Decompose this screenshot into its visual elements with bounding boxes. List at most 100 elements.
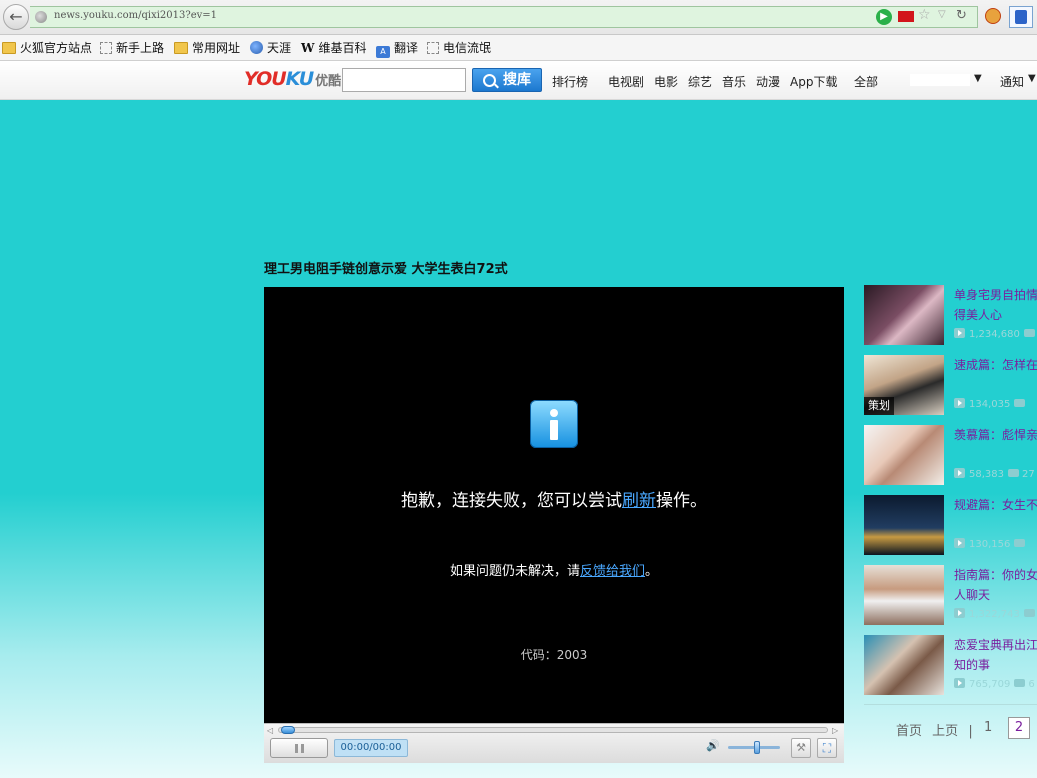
feedback-link[interactable]: 反馈给我们 [580, 564, 645, 579]
player-controls: ◁ ▷ 00:00/00:00 🔊 ⚒ ⛶ [264, 723, 844, 763]
volume-handle[interactable] [754, 741, 760, 754]
url-text[interactable]: news.youku.com/qixi2013?ev=1 [54, 10, 217, 21]
comment-icon [1014, 679, 1026, 687]
reload-icon[interactable]: ↻ [956, 8, 967, 23]
video-thumbnail[interactable] [864, 635, 944, 695]
play-count-icon [954, 678, 965, 688]
error-code: 代码：2003 [520, 648, 588, 662]
search-icon [483, 74, 496, 87]
pagination: 首页 上页 | [896, 720, 973, 739]
pause-button[interactable] [270, 738, 328, 758]
history-dropdown-icon[interactable]: ▽ [938, 9, 946, 20]
seek-bar[interactable] [278, 726, 828, 734]
fullscreen-icon[interactable]: ⛶ [817, 738, 837, 758]
site-identity-icon[interactable] [35, 11, 47, 23]
nav-tv[interactable]: 电视剧 [608, 73, 644, 90]
nav-ranking[interactable]: 排行榜 [552, 73, 588, 90]
related-title[interactable]: 速成篇：怎样在 [954, 355, 1037, 375]
play-count-icon [954, 608, 965, 618]
bookmark-tianya[interactable]: 天涯 [250, 40, 291, 56]
bookmark-firefox-site[interactable]: 火狐官方站点 [2, 40, 92, 56]
play-count-icon [954, 538, 965, 548]
nav-all[interactable]: 全部 [854, 73, 878, 90]
related-title[interactable]: 羡慕篇：彪悍亲 [954, 425, 1037, 445]
noscript-icon[interactable] [985, 8, 1001, 24]
nav-variety[interactable]: 综艺 [688, 73, 712, 90]
pager-separator: | [968, 724, 973, 739]
seek-right-icon[interactable]: ▷ [832, 726, 838, 735]
seek-handle[interactable] [281, 726, 295, 734]
nav-app-download[interactable]: App下载 [790, 73, 837, 90]
nav-music[interactable]: 音乐 [722, 73, 746, 90]
page-body: 理工男电阻手链创意示爱 大学生表白72式 抱歉，连接失败，您可以尝试刷新操作。 … [0, 100, 1037, 778]
related-title[interactable]: 规避篇：女生不 [954, 495, 1037, 515]
bookmark-telecom[interactable]: 电信流氓 [427, 40, 491, 56]
baidu-addon-icon[interactable] [1009, 6, 1033, 28]
user-menu[interactable] [910, 74, 970, 86]
play-count-icon [954, 468, 965, 478]
notice-caret-icon[interactable]: ▼ [1028, 73, 1036, 84]
related-meta: 1,322,743 [954, 608, 1037, 622]
folder-icon [174, 42, 188, 54]
video-thumbnail[interactable] [864, 495, 944, 555]
related-item[interactable]: 羡慕篇：彪悍亲 58,383 27 [864, 425, 1037, 487]
thumbnail-badge: 策划 [864, 397, 894, 415]
bookmark-common-sites[interactable]: 常用网址 [174, 40, 240, 56]
comment-icon [1008, 469, 1019, 477]
nav-movie[interactable]: 电影 [654, 73, 678, 90]
bookmark-wikipedia[interactable]: W 维基百科 [301, 40, 367, 56]
page-2-current[interactable]: 2 [1008, 717, 1030, 739]
back-button[interactable]: ← [3, 4, 29, 30]
related-item[interactable]: 指南篇：你的女人聊天 1,322,743 [864, 565, 1037, 627]
page-1-link[interactable]: 1 [984, 720, 992, 735]
volume-slider[interactable] [728, 741, 780, 754]
related-title[interactable]: 恋爱宝典再出江知的事 [954, 635, 1037, 675]
related-title[interactable]: 单身宅男自拍情得美人心 [954, 285, 1037, 325]
bookmark-star-icon[interactable]: ☆ [918, 7, 931, 23]
first-page-link[interactable]: 首页 [896, 724, 922, 739]
translate-icon: A [376, 46, 390, 58]
related-meta: 58,383 27 [954, 468, 1037, 482]
user-menu-caret-icon[interactable]: ▼ [974, 73, 982, 84]
comment-icon [1023, 609, 1035, 617]
related-meta: 765,709 6 [954, 678, 1037, 692]
video-thumbnail[interactable]: 策划 [864, 355, 944, 415]
china-flag-icon[interactable] [898, 11, 914, 22]
divider [864, 704, 1037, 705]
volume-icon[interactable]: 🔊 [706, 739, 720, 753]
settings-wrench-icon[interactable]: ⚒ [791, 738, 811, 758]
related-item[interactable]: 策划 速成篇：怎样在 134,035 [864, 355, 1037, 417]
related-item[interactable]: 恋爱宝典再出江知的事 765,709 6 [864, 635, 1037, 697]
blank-page-icon [427, 42, 439, 54]
wikipedia-icon: W [301, 41, 315, 55]
video-player[interactable]: 抱歉，连接失败，您可以尝试刷新操作。 如果问题仍未解决，请反馈给我们。 代码：2… [264, 287, 844, 723]
go-icon[interactable]: ▶ [876, 9, 892, 25]
prev-page-link[interactable]: 上页 [932, 724, 958, 739]
browser-toolbar: ← news.youku.com/qixi2013?ev=1 ▶ ☆ ▽ ↻ [0, 0, 1037, 35]
folder-icon [2, 42, 16, 54]
search-input[interactable] [342, 68, 466, 92]
video-thumbnail[interactable] [864, 285, 944, 345]
related-item[interactable]: 规避篇：女生不 130,156 [864, 495, 1037, 557]
video-thumbnail[interactable] [864, 565, 944, 625]
video-thumbnail[interactable] [864, 425, 944, 485]
nav-notice[interactable]: 通知 [1000, 73, 1024, 90]
play-count-icon [954, 398, 965, 408]
refresh-link[interactable]: 刷新 [622, 491, 656, 511]
seek-left-icon[interactable]: ◁ [267, 726, 273, 735]
youku-logo[interactable]: YOUKU 优酷 [244, 68, 341, 90]
bookmark-getting-started[interactable]: 新手上路 [100, 40, 164, 56]
error-help: 如果问题仍未解决，请反馈给我们。 [449, 564, 659, 579]
blank-page-icon [100, 42, 112, 54]
youku-header: YOUKU 优酷 搜库 排行榜 电视剧 电影 综艺 音乐 动漫 App下载 全部 … [0, 61, 1037, 100]
time-display: 00:00/00:00 [334, 739, 408, 757]
address-bar[interactable]: news.youku.com/qixi2013?ev=1 ▶ ☆ ▽ ↻ [30, 6, 978, 28]
related-meta: 1,234,680 [954, 328, 1037, 342]
related-title[interactable]: 指南篇：你的女人聊天 [954, 565, 1037, 605]
nav-anime[interactable]: 动漫 [756, 73, 780, 90]
related-item[interactable]: 单身宅男自拍情得美人心 1,234,680 [864, 285, 1037, 347]
bookmarks-toolbar: 火狐官方站点 新手上路 常用网址 天涯 W 维基百科 A 翻译 电信流氓 [0, 35, 1037, 61]
comment-icon [1014, 399, 1026, 407]
bookmark-translate[interactable]: A 翻译 [376, 40, 418, 58]
search-button[interactable]: 搜库 [472, 68, 542, 92]
